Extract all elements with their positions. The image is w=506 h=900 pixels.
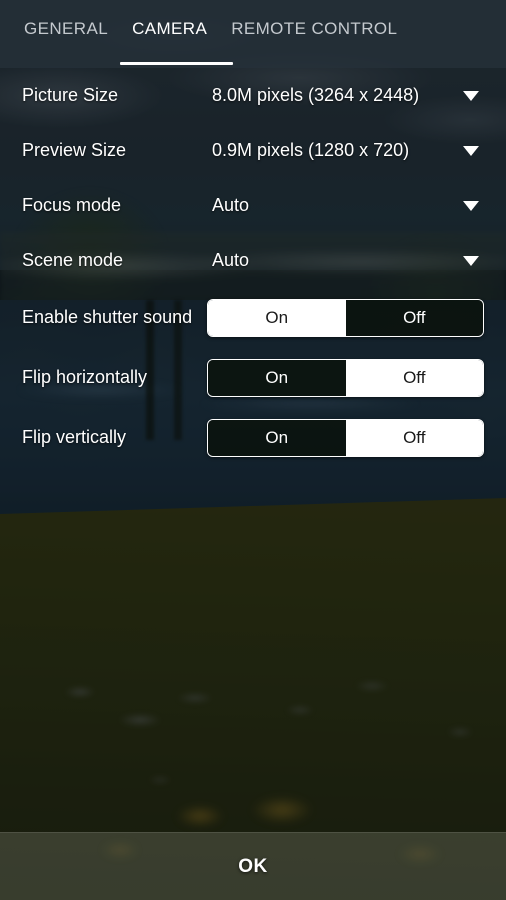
- shutter-sound-off-option[interactable]: Off: [345, 300, 483, 336]
- tab-general[interactable]: GENERAL: [12, 0, 120, 58]
- chevron-down-icon[interactable]: [458, 200, 484, 212]
- tab-remote-control[interactable]: REMOTE CONTROL: [219, 0, 409, 58]
- camera-settings-list: Picture Size 8.0M pixels (3264 x 2448) P…: [0, 68, 506, 468]
- setting-row-preview-size[interactable]: Preview Size 0.9M pixels (1280 x 720): [0, 123, 506, 178]
- setting-row-flip-vertically: Flip vertically On Off: [0, 408, 506, 468]
- tab-camera[interactable]: CAMERA: [120, 0, 219, 58]
- tab-camera-label: CAMERA: [132, 19, 208, 38]
- focus-mode-label: Focus mode: [22, 194, 122, 215]
- chevron-down-icon[interactable]: [458, 255, 484, 267]
- setting-row-flip-horizontally: Flip horizontally On Off: [0, 348, 506, 408]
- setting-row-shutter-sound: Enable shutter sound On Off: [0, 288, 506, 348]
- flip-horizontally-on-option[interactable]: On: [208, 360, 346, 396]
- preview-size-value: 0.9M pixels (1280 x 720): [212, 140, 410, 160]
- scene-mode-value: Auto: [212, 250, 250, 270]
- shutter-sound-on-option[interactable]: On: [208, 300, 346, 336]
- picture-size-label: Picture Size: [22, 84, 119, 105]
- flip-vertically-label: Flip vertically: [22, 427, 127, 448]
- setting-row-scene-mode[interactable]: Scene mode Auto: [0, 233, 506, 288]
- flip-vertically-toggle[interactable]: On Off: [207, 419, 484, 457]
- flip-horizontally-label: Flip horizontally: [22, 367, 148, 388]
- picture-size-value: 8.0M pixels (3264 x 2448): [212, 85, 420, 105]
- flip-horizontally-toggle[interactable]: On Off: [207, 359, 484, 397]
- scene-mode-label: Scene mode: [22, 249, 124, 270]
- chevron-down-icon[interactable]: [458, 145, 484, 157]
- ok-button-label: OK: [238, 855, 268, 877]
- focus-mode-value: Auto: [212, 195, 250, 215]
- flip-horizontally-off-option[interactable]: Off: [345, 360, 483, 396]
- setting-row-picture-size[interactable]: Picture Size 8.0M pixels (3264 x 2448): [0, 68, 506, 123]
- settings-tab-bar: GENERAL CAMERA REMOTE CONTROL: [0, 0, 506, 68]
- flip-vertically-on-option[interactable]: On: [208, 420, 346, 456]
- tab-general-label: GENERAL: [24, 19, 109, 38]
- ok-button[interactable]: OK: [0, 832, 506, 900]
- flip-vertically-off-option[interactable]: Off: [345, 420, 483, 456]
- active-tab-indicator: [120, 62, 233, 65]
- preview-size-label: Preview Size: [22, 139, 127, 160]
- tab-remote-control-label: REMOTE CONTROL: [231, 19, 398, 38]
- shutter-sound-toggle[interactable]: On Off: [207, 299, 484, 337]
- chevron-down-icon[interactable]: [458, 90, 484, 102]
- shutter-sound-label: Enable shutter sound: [22, 307, 193, 328]
- setting-row-focus-mode[interactable]: Focus mode Auto: [0, 178, 506, 233]
- tab-list: GENERAL CAMERA REMOTE CONTROL: [0, 0, 506, 58]
